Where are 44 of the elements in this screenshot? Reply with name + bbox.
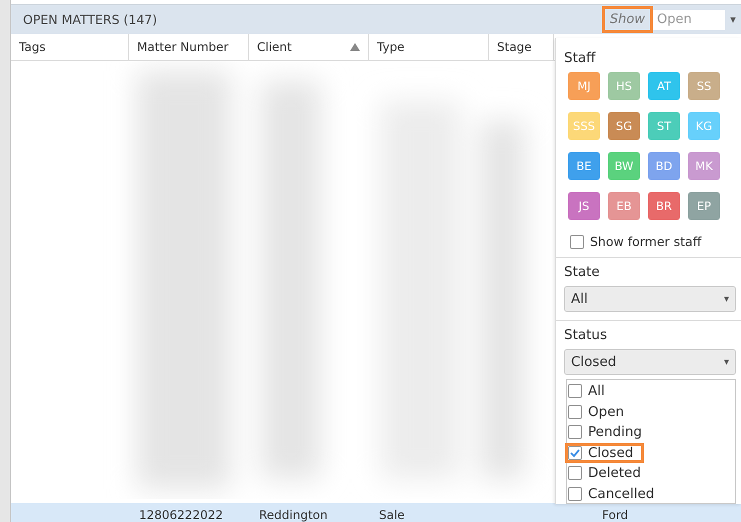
table-cell: Ford (602, 508, 628, 522)
staff-tile[interactable]: BE (568, 152, 600, 180)
column-header[interactable]: Client (249, 34, 369, 60)
show-select[interactable]: Open (653, 10, 725, 30)
show-label: Show (602, 6, 653, 33)
staff-tile[interactable]: SG (608, 112, 640, 140)
table-cell: Sale (379, 508, 405, 522)
section-label: Staff (564, 50, 597, 66)
status-option[interactable]: Pending (567, 422, 653, 442)
section-label: State (564, 264, 601, 280)
sort-ascending-icon (350, 43, 360, 51)
status-option[interactable]: Open (567, 402, 636, 422)
table-row[interactable]: 12806222022 Reddington Sale Ford (11, 503, 741, 522)
caret-icon[interactable]: ▾ (725, 13, 741, 26)
staff-tile[interactable]: BW (608, 152, 640, 180)
status-select[interactable]: Closed ▾ (564, 349, 736, 375)
table-cell: 12806222022 (139, 508, 223, 522)
staff-tile[interactable]: EB (608, 192, 640, 220)
checkbox[interactable] (570, 234, 584, 248)
column-header[interactable]: Type (369, 34, 489, 60)
staff-tile[interactable]: MJ (568, 72, 600, 100)
column-header[interactable]: Tags (11, 34, 129, 60)
staff-tile[interactable]: BR (648, 192, 680, 220)
staff-tile[interactable]: KG (688, 112, 720, 140)
table-cell: Reddington (259, 508, 328, 522)
staff-tile[interactable]: JS (568, 192, 600, 220)
status-option[interactable]: Deleted (567, 463, 652, 484)
staff-tile[interactable]: SS (688, 72, 720, 100)
staff-tile[interactable]: BD (648, 152, 680, 180)
column-header[interactable]: Stage (489, 34, 554, 60)
column-header[interactable]: Matter Number (129, 34, 249, 60)
state-select[interactable]: All ▾ (564, 286, 736, 312)
panel-title: OPEN MATTERS (147) (23, 12, 158, 27)
staff-tile[interactable]: MK (688, 152, 720, 180)
check-icon (569, 446, 581, 459)
status-option[interactable]: All (567, 381, 616, 402)
status-option[interactable]: Cancelled (567, 484, 666, 504)
staff-tile[interactable]: HS (608, 72, 640, 100)
checkbox-label: Show former staff (590, 234, 702, 249)
section-label: Status (564, 327, 608, 343)
staff-tile[interactable]: ST (648, 112, 680, 140)
staff-tile[interactable]: AT (648, 72, 680, 100)
staff-tile[interactable]: EP (688, 192, 720, 220)
status-option[interactable]: Closed (565, 442, 644, 463)
